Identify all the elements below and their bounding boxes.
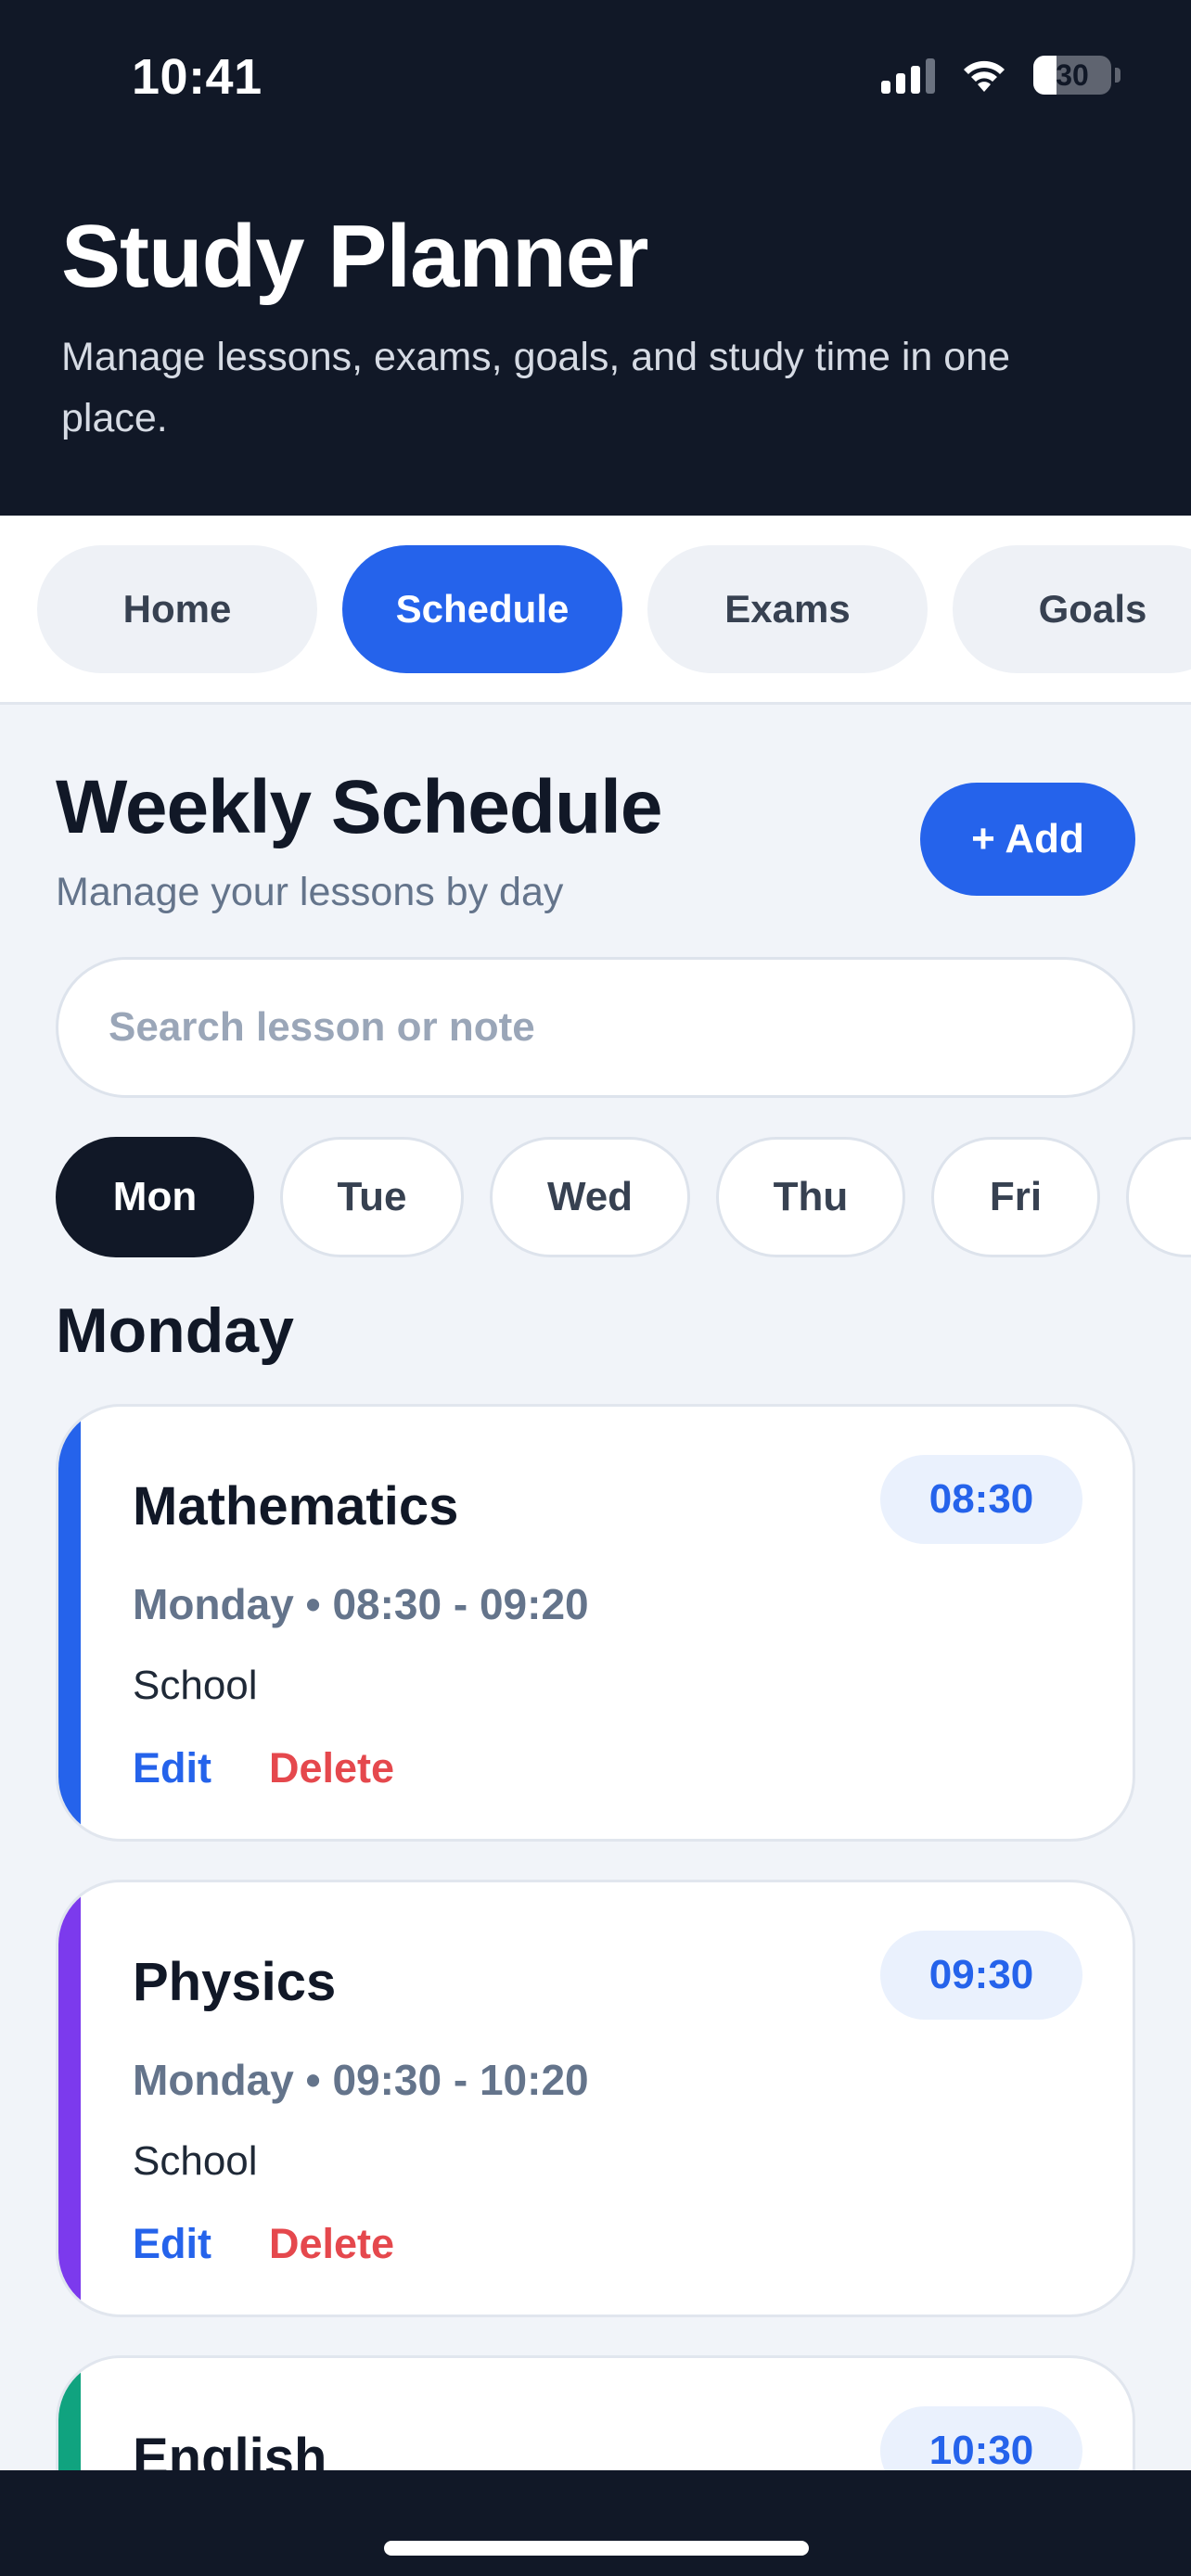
delete-button[interactable]: Delete [269,2220,394,2268]
status-icons: 30 [881,56,1121,95]
day-selector: Mon Tue Wed Thu Fri [0,1135,1191,1259]
lesson-card-mathematics[interactable]: Mathematics 08:30 Monday • 08:30 - 09:20… [56,1404,1135,1842]
lesson-time-badge: 08:30 [880,1455,1082,1544]
lesson-accent [58,2358,81,2470]
lesson-meta: Monday • 08:30 - 09:20 [133,1580,589,1628]
day-chip-mon[interactable]: Mon [56,1137,254,1257]
app-subtitle: Manage lessons, exams, goals, and study … [61,335,1011,440]
delete-button[interactable]: Delete [269,1744,394,1792]
status-bar: 10:41 30 [0,0,1191,158]
lesson-accent [58,1407,81,1839]
lesson-title: Mathematics [133,1476,459,1537]
lesson-card-physics[interactable]: Physics 09:30 Monday • 09:30 - 10:20 Sch… [56,1880,1135,2317]
edit-button[interactable]: Edit [133,1744,211,1792]
lesson-time-badge: 09:30 [880,1931,1082,2020]
tab-schedule[interactable]: Schedule [342,545,622,673]
app-title: Study Planner [61,207,648,306]
lesson-place: School [133,2138,258,2184]
tab-home[interactable]: Home [37,545,317,673]
section-subtitle: Manage your lessons by day [56,870,564,914]
tab-exams[interactable]: Exams [647,545,928,673]
home-indicator[interactable] [384,2541,809,2556]
app-header: 10:41 30 Study Planner Manage lessons, e… [0,0,1191,516]
edit-button[interactable]: Edit [133,2220,211,2268]
signal-icon [881,57,935,94]
lesson-accent [58,1882,81,2315]
lesson-meta: Monday • 09:30 - 10:20 [133,2056,589,2104]
lesson-title: Physics [133,1952,337,2012]
search-input[interactable] [109,1004,1073,1051]
day-chip-thu[interactable]: Thu [716,1137,905,1257]
add-lesson-button[interactable]: + Add [920,783,1135,896]
tab-goals[interactable]: Goals [953,545,1191,673]
lesson-time-badge: 10:30 [880,2406,1082,2470]
section-title: Weekly Schedule [56,765,662,849]
study-planner-screen: 10:41 30 Study Planner Manage lessons, e… [0,0,1191,2576]
day-chip-wed[interactable]: Wed [490,1137,690,1257]
status-time: 10:41 [132,49,263,105]
main-tab-bar: Home Schedule Exams Goals [0,516,1191,705]
lesson-place: School [133,1663,258,1708]
search-box [56,957,1135,1098]
wifi-icon [959,57,1009,94]
day-heading: Monday [56,1295,294,1366]
lesson-title: English [133,2428,327,2470]
home-bar-area [0,2470,1191,2576]
lesson-actions: Edit Delete [133,1744,394,1792]
day-chip-tue[interactable]: Tue [280,1137,464,1257]
battery-level: 30 [1056,57,1089,92]
day-chip-more[interactable] [1126,1137,1191,1257]
lesson-actions: Edit Delete [133,2220,394,2268]
day-chip-fri[interactable]: Fri [931,1137,1100,1257]
battery-icon: 30 [1033,56,1121,95]
lesson-card-english[interactable]: English 10:30 [56,2355,1135,2470]
